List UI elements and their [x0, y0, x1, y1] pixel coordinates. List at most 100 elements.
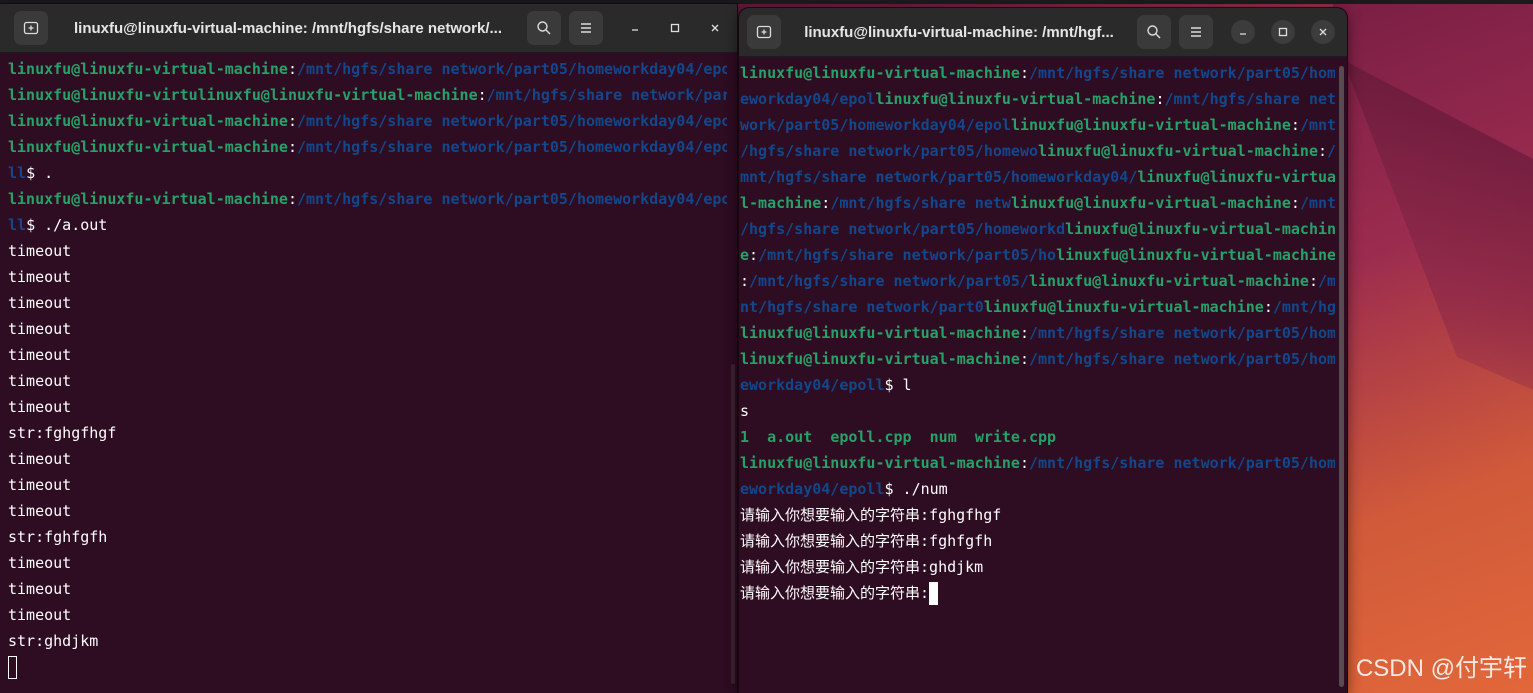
terminal-text-segment: :: [287, 60, 297, 78]
terminal-line: linuxfu@linuxfu-virtual-machine:/mnt/hgf…: [8, 186, 727, 212]
terminal-text-segment: /mnt/hgfs/share network/par: [486, 86, 727, 104]
terminal-text-segment: 1: [740, 428, 750, 446]
search-button[interactable]: [527, 11, 561, 45]
terminal-text-segment: $ ./num: [884, 480, 948, 498]
terminal-line: timeout: [8, 446, 727, 472]
scrollbar-right[interactable]: [1339, 66, 1344, 687]
terminal-text-segment: /hgfs/share network/part05/homeworkd: [740, 220, 1066, 238]
terminal-line: timeout: [8, 290, 727, 316]
new-tab-icon: [23, 21, 39, 35]
terminal-text-segment: timeout: [8, 268, 72, 286]
terminal-text-segment: linuxfu@linuxfu-virtual-machine: [1038, 142, 1318, 160]
terminal-text-segment: a.out: [767, 428, 813, 446]
terminal-text-segment: /mnt/hgfs/share net: [1164, 90, 1335, 108]
titlebar-left[interactable]: linuxfu@linuxfu-virtual-machine: /mnt/hg…: [0, 4, 737, 53]
new-tab-button[interactable]: [747, 15, 781, 49]
terminal-line: timeout: [8, 498, 727, 524]
terminal-output-left[interactable]: linuxfu@linuxfu-virtual-machine:/mnt/hgf…: [8, 56, 727, 693]
maximize-button[interactable]: [1271, 20, 1295, 44]
close-button[interactable]: [1311, 20, 1335, 44]
terminal-line: linuxfu@linuxfu-virtual-machine:/mnt/hgf…: [8, 134, 727, 160]
terminal-text-segment: /mnt/hgfs/share network/part05/hom: [1029, 350, 1335, 368]
terminal-text-segment: /mnt: [1299, 194, 1335, 212]
menu-button[interactable]: [1179, 15, 1213, 49]
terminal-text-segment: timeout: [8, 398, 72, 416]
terminal-line: eworkday04/epollinuxfu@linuxfu-virtual-m…: [740, 86, 1335, 112]
terminal-text-segment: str:fghfgfh: [8, 528, 108, 546]
terminal-output-right[interactable]: linuxfu@linuxfu-virtual-machine:/mnt/hgf…: [740, 60, 1335, 693]
terminal-line: timeout: [8, 238, 727, 264]
terminal-text-segment: ll: [8, 164, 27, 182]
terminal-text-segment: 请输入你想要输入的字符串:fghfgfh: [740, 532, 993, 550]
terminal-text-segment: e: [740, 246, 750, 264]
terminal-line: :/mnt/hgfs/share network/part05/linuxfu@…: [740, 268, 1335, 294]
terminal-text-segment: timeout: [8, 502, 72, 520]
terminal-line: 请输入你想要输入的字符串:: [740, 580, 1335, 606]
terminal-text-segment: 请输入你想要输入的字符串:ghdjkm: [740, 558, 984, 576]
terminal-line: timeout: [8, 264, 727, 290]
maximize-button[interactable]: [663, 16, 687, 40]
terminal-line: e:/mnt/hgfs/share network/part05/holinux…: [740, 242, 1335, 268]
terminal-text-segment: linuxfu@linuxfu-virtual-machine: [983, 298, 1264, 316]
terminal-text-segment: linuxfu@linuxfu-virtual-machine: [8, 112, 288, 130]
terminal-line: timeout: [8, 368, 727, 394]
terminal-text-segment: timeout: [8, 242, 72, 260]
minimize-icon: [1240, 33, 1246, 35]
terminal-line: timeout: [8, 602, 727, 628]
titlebar-right[interactable]: linuxfu@linuxfu-virtual-machine: /mnt/hg…: [739, 8, 1347, 57]
hamburger-menu-icon: [581, 23, 591, 33]
csdn-watermark: CSDN @付宇轩: [1355, 655, 1527, 682]
terminal-text-segment: eworkday04/epol: [740, 90, 876, 108]
minimize-icon: [632, 29, 638, 31]
search-icon: [537, 21, 551, 35]
terminal-text-segment: l-machine: [740, 194, 822, 212]
terminal-text-segment: 请输入你想要输入的字符串:fghgfhgf: [740, 506, 1002, 524]
terminal-line: nt/hgfs/share network/part0linuxfu@linux…: [740, 294, 1335, 320]
terminal-text-segment: eworkday04/epoll: [740, 376, 885, 394]
terminal-window-right[interactable]: linuxfu@linuxfu-virtual-machine: /mnt/hg…: [739, 8, 1347, 693]
terminal-text-segment: $ .: [26, 164, 54, 182]
terminal-line: str:fghfgfh: [8, 524, 727, 550]
terminal-line: mnt/hgfs/share network/part05/homeworkda…: [740, 164, 1335, 190]
terminal-line: linuxfu@linuxfu-virtual-machine:/mnt/hgf…: [740, 60, 1335, 86]
minimize-button[interactable]: [623, 16, 647, 40]
terminal-text-segment: work/part05/homeworkday04/epol: [740, 116, 1011, 134]
terminal-line: linuxfu@linuxfu-virtual-machine:/mnt/hgf…: [740, 450, 1335, 476]
terminal-text-segment: str:ghdjkm: [8, 632, 99, 650]
terminal-window-left[interactable]: linuxfu@linuxfu-virtual-machine: /mnt/hg…: [0, 4, 737, 693]
terminal-text-segment: linuxfu@linuxfu-virtual-machine: [740, 64, 1020, 82]
close-button[interactable]: [703, 16, 727, 40]
terminal-line: timeout: [8, 472, 727, 498]
scrollbar-left[interactable]: [731, 364, 735, 684]
search-button[interactable]: [1137, 15, 1171, 49]
terminal-line: ll$ ./a.out: [8, 212, 727, 238]
terminal-text-segment: linuxfu@linuxfu-virtual-machine: [1010, 116, 1291, 134]
terminal-text-segment: /hgfs/share network/part05/homewo: [740, 142, 1039, 160]
menu-button[interactable]: [569, 11, 603, 45]
text-cursor: [8, 656, 17, 679]
terminal-line: l-machine:/mnt/hgfs/share netwlinuxfu@li…: [740, 190, 1335, 216]
terminal-text-segment: str:fghgfhgf: [8, 424, 117, 442]
text-cursor: [929, 582, 939, 605]
terminal-text-segment: :: [287, 138, 297, 156]
terminal-text-segment: eworkday04/epoll: [740, 480, 885, 498]
new-tab-button[interactable]: [14, 11, 48, 45]
terminal-text-segment: /mnt/hgfs/share network/part05/homeworkd…: [297, 112, 727, 130]
terminal-line: str:fghgfhgf: [8, 420, 727, 446]
terminal-text-segment: linuxfu@linuxfu-virtual-machin: [1065, 220, 1335, 238]
terminal-text-segment: num: [929, 428, 957, 446]
terminal-text-segment: linuxfu@linuxfu-virtulinuxfu@linuxfu-vir…: [8, 86, 478, 104]
terminal-line: timeout: [8, 342, 727, 368]
terminal-text-segment: /mnt: [1299, 116, 1335, 134]
terminal-text-segment: linuxfu@linuxfu-virtual-machine: [1029, 272, 1309, 290]
minimize-button[interactable]: [1231, 20, 1255, 44]
terminal-text-segment: :: [1290, 194, 1300, 212]
terminal-text-segment: nt/hgfs/share network/part0: [740, 298, 984, 316]
terminal-text-segment: timeout: [8, 320, 72, 338]
terminal-text-segment: write.cpp: [974, 428, 1057, 446]
terminal-text-segment: epoll.cpp: [830, 428, 912, 446]
terminal-line: timeout: [8, 316, 727, 342]
terminal-text-segment: :: [1019, 64, 1029, 82]
